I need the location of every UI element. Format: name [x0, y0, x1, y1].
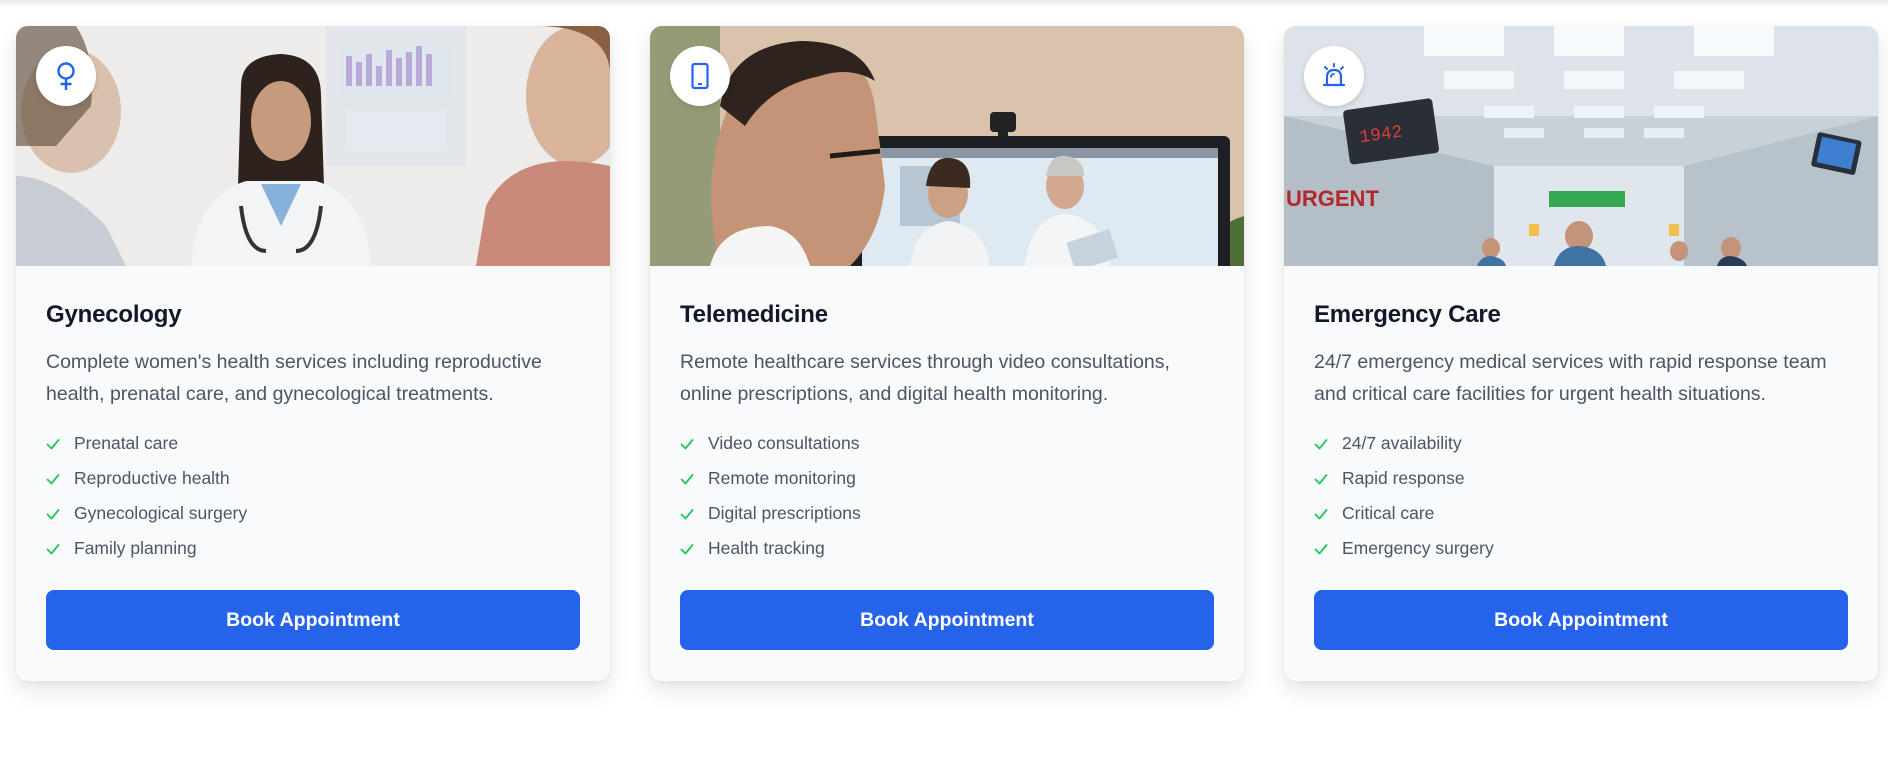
feature-item: Health tracking — [680, 531, 1214, 566]
feature-label: Reproductive health — [74, 468, 230, 488]
feature-label: Emergency surgery — [1342, 538, 1494, 558]
feature-label: Remote monitoring — [708, 468, 856, 488]
feature-list: Prenatal care Reproductive health Gyneco… — [46, 426, 580, 566]
check-icon — [1314, 438, 1328, 449]
female-symbol-icon — [36, 46, 96, 106]
feature-label: Gynecological surgery — [74, 503, 248, 523]
check-icon — [1314, 508, 1328, 519]
doctor-consultation-image — [16, 26, 610, 266]
header-shadow — [0, 0, 1888, 8]
check-icon — [680, 438, 694, 449]
feature-label: Digital prescriptions — [708, 503, 861, 523]
feature-item: Remote monitoring — [680, 461, 1214, 496]
book-appointment-button[interactable]: Book Appointment — [680, 590, 1214, 650]
feature-label: Health tracking — [708, 538, 825, 558]
feature-item: Emergency surgery — [1314, 531, 1848, 566]
feature-item: Video consultations — [680, 426, 1214, 461]
check-icon — [1314, 473, 1328, 484]
check-icon — [46, 508, 60, 519]
feature-item: 24/7 availability — [1314, 426, 1848, 461]
feature-label: Prenatal care — [74, 433, 179, 453]
card-description: Complete women's health services includi… — [46, 351, 542, 405]
tablet-icon — [670, 46, 730, 106]
feature-label: Critical care — [1342, 503, 1435, 523]
feature-item: Digital prescriptions — [680, 496, 1214, 531]
card-title: Gynecology — [46, 301, 182, 328]
feature-label: Rapid response — [1342, 468, 1465, 488]
check-icon — [680, 473, 694, 484]
card-description: 24/7 emergency medical services with rap… — [1314, 351, 1827, 405]
svg-text:URGENT: URGENT — [1286, 186, 1379, 211]
services-grid: Gynecology Complete women's health servi… — [16, 26, 1878, 681]
feature-list: Video consultations Remote monitoring Di… — [680, 426, 1214, 566]
book-appointment-button[interactable]: Book Appointment — [1314, 590, 1848, 650]
feature-label: Video consultations — [708, 433, 860, 453]
video-call-image — [650, 26, 1244, 266]
service-card-telemedicine: Telemedicine Remote healthcare services … — [650, 26, 1244, 681]
service-card-emergency-care: 1942 URGENT Emergency Care 24/7 emergenc… — [1284, 26, 1878, 681]
card-title: Telemedicine — [680, 301, 828, 328]
feature-label: 24/7 availability — [1342, 433, 1462, 453]
feature-item: Gynecological surgery — [46, 496, 580, 531]
alarm-siren-icon — [1304, 46, 1364, 106]
check-icon — [680, 543, 694, 554]
check-icon — [1314, 543, 1328, 554]
emergency-room-image: 1942 URGENT — [1284, 26, 1878, 266]
check-icon — [46, 473, 60, 484]
feature-item: Reproductive health — [46, 461, 580, 496]
check-icon — [46, 438, 60, 449]
feature-item: Prenatal care — [46, 426, 580, 461]
service-card-gynecology: Gynecology Complete women's health servi… — [16, 26, 610, 681]
card-description: Remote healthcare services through video… — [680, 351, 1170, 405]
check-icon — [46, 543, 60, 554]
feature-label: Family planning — [74, 538, 197, 558]
book-appointment-button[interactable]: Book Appointment — [46, 590, 580, 650]
feature-item: Critical care — [1314, 496, 1848, 531]
feature-item: Family planning — [46, 531, 580, 566]
feature-list: 24/7 availability Rapid response Critica… — [1314, 426, 1848, 566]
card-title: Emergency Care — [1314, 301, 1501, 328]
feature-item: Rapid response — [1314, 461, 1848, 496]
check-icon — [680, 508, 694, 519]
